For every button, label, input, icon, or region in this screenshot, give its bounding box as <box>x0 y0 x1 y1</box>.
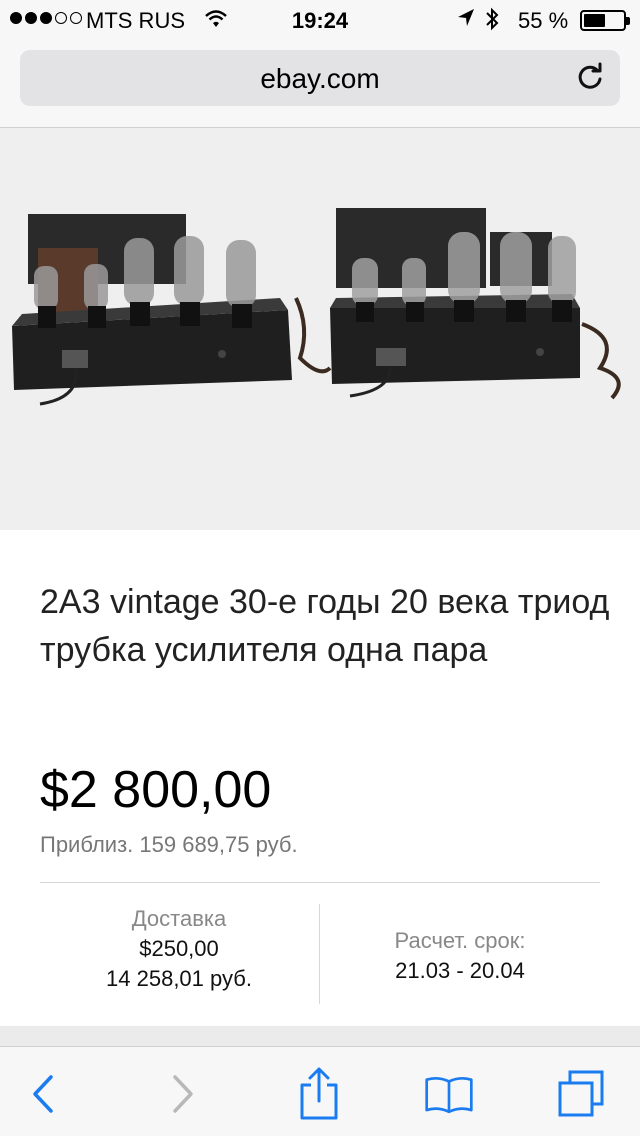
browser-address-bar: ebay.com <box>0 40 640 128</box>
tabs-icon <box>558 1070 604 1117</box>
approx-price: Приблиз. 159 689,75 руб. <box>40 832 298 857</box>
divider <box>40 882 600 883</box>
browser-toolbar <box>0 1046 640 1136</box>
product-title: 2A3 vintage 30-е годы 20 века триод труб… <box>40 583 610 669</box>
tabs-button[interactable] <box>556 1069 606 1119</box>
section-separator <box>0 1026 640 1046</box>
bluetooth-icon <box>484 6 500 38</box>
product-price: $2 800,00 <box>40 761 272 819</box>
delivery-dates: 21.03 - 20.04 <box>395 958 525 983</box>
back-button[interactable] <box>18 1069 68 1119</box>
delivery-estimate: Расчет. срок: 21.03 - 20.04 <box>320 926 600 986</box>
chevron-right-icon <box>173 1075 193 1113</box>
share-button[interactable] <box>294 1067 344 1120</box>
battery-icon <box>580 10 630 31</box>
shipping-price-usd: $250,00 <box>139 936 219 961</box>
status-bar: MTS RUS 19:24 55 % <box>0 0 640 40</box>
url-field[interactable]: ebay.com <box>20 50 620 106</box>
bookmarks-button[interactable] <box>424 1069 474 1119</box>
shipping-info: Доставка $250,00 14 258,01 руб. <box>40 904 318 994</box>
book-icon <box>425 1076 473 1114</box>
location-arrow-icon <box>456 7 476 35</box>
shipping-price-rub: 14 258,01 руб. <box>106 966 252 991</box>
chevron-left-icon <box>33 1075 53 1113</box>
battery-percent: 55 % <box>518 8 569 33</box>
forward-button[interactable] <box>158 1069 208 1119</box>
url-text[interactable]: ebay.com <box>20 63 620 95</box>
reload-icon[interactable] <box>574 62 606 94</box>
shipping-label: Доставка <box>131 906 227 931</box>
delivery-label: Расчет. срок: <box>394 928 526 953</box>
product-photo[interactable] <box>0 128 640 530</box>
share-icon <box>300 1067 338 1120</box>
